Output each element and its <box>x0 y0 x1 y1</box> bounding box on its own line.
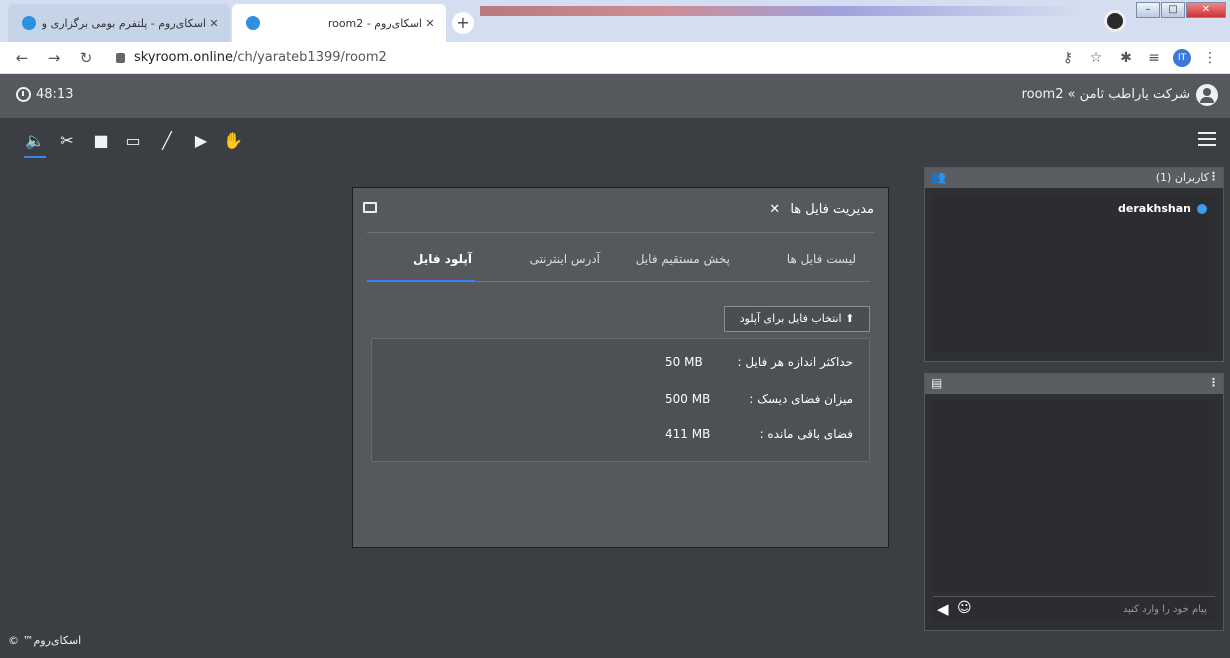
url-path: /ch/yarateb1399/room2 <box>232 50 387 65</box>
chat-placeholder: پیام خود را وارد کنید <box>1122 604 1207 615</box>
choose-file-upload-button[interactable]: ⬆ انتخاب فایل برای آپلود <box>724 306 870 332</box>
info-value: 411 MB <box>665 427 711 441</box>
tab-title: اسکای‌روم - پلتفرم بومی برگزاری وبینار، … <box>42 16 206 30</box>
minimize-window-button[interactable]: – <box>1136 2 1160 18</box>
browser-profile-icon[interactable] <box>1104 10 1126 32</box>
tab-title: اسکای‌روم - room2 <box>327 16 422 30</box>
clock-icon <box>16 87 31 102</box>
divider <box>367 232 874 233</box>
user-name: derakhshan <box>1118 202 1191 215</box>
tab-strip-decoration <box>480 6 1080 16</box>
session-timer: 48:13 <box>16 87 73 102</box>
chat-icon: ▤ <box>931 376 943 390</box>
new-tab-button[interactable]: + <box>452 12 474 34</box>
close-icon[interactable]: ✕ <box>422 17 438 30</box>
raise-hand-icon[interactable]: ✋ <box>222 130 244 152</box>
emoji-icon[interactable]: ☺ <box>957 600 972 616</box>
hamburger-menu-icon[interactable] <box>1198 132 1216 146</box>
footer-brand: اسکای‌روم™ © <box>8 634 82 647</box>
info-value: 50 MB <box>665 355 703 369</box>
users-list: derakhshan <box>933 194 1215 353</box>
chat-panel: ▤ ⋮ پیام خود را وارد کنید ◀ ☺ <box>924 373 1224 631</box>
timer-value: 48:13 <box>36 87 74 102</box>
close-window-button[interactable]: ✕ <box>1186 2 1226 18</box>
profile-avatar[interactable]: IT <box>1173 49 1191 67</box>
reload-icon[interactable]: ↻ <box>76 48 96 68</box>
users-panel-title: کاربران (1) <box>1155 171 1209 184</box>
tab-upload-file[interactable]: آپلود فایل <box>413 252 472 266</box>
send-icon[interactable]: ◀ <box>937 600 949 618</box>
skyroom-favicon-icon <box>22 16 36 30</box>
tab-file-list[interactable]: لیست فایل ها <box>787 252 856 266</box>
url-host: skyroom.online <box>134 50 233 65</box>
camera-icon[interactable]: ■ <box>90 130 112 152</box>
users-panel: 👥 کاربران (1) ⋮ derakhshan <box>924 167 1224 362</box>
screen-share-icon[interactable]: ▭ <box>122 130 144 152</box>
extensions-icon[interactable]: ✱ <box>1116 48 1136 68</box>
users-panel-header: 👥 کاربران (1) ⋮ <box>925 168 1223 188</box>
upload-icon: ⬆ <box>845 312 855 325</box>
play-icon[interactable]: ▶ <box>190 130 212 152</box>
brush-icon[interactable]: ╱ <box>156 130 178 152</box>
chat-input[interactable]: پیام خود را وارد کنید ◀ ☺ <box>933 596 1215 622</box>
account-icon[interactable] <box>1196 84 1218 106</box>
info-row: حداکثر اندازه هر فایل : 50 MB <box>665 355 853 369</box>
chat-panel-header: ▤ ⋮ <box>925 374 1223 394</box>
url-field[interactable]: skyroom.online/ch/yarateb1399/room2 <box>116 49 387 67</box>
user-row[interactable]: derakhshan <box>1118 202 1207 215</box>
tab-live-stream-file[interactable]: پخش مستقیم فایل <box>636 252 730 266</box>
user-avatar-icon <box>1197 203 1207 214</box>
browser-tab-active[interactable]: اسکای‌روم - room2 ✕ <box>232 4 446 42</box>
people-icon: 👥 <box>931 170 946 184</box>
key-icon[interactable]: ⚷ <box>1058 48 1078 68</box>
browser-tab-bar: اسکای‌روم - پلتفرم بومی برگزاری وبینار، … <box>0 0 1230 42</box>
lock-icon <box>116 53 125 63</box>
close-icon[interactable]: ✕ <box>769 202 780 217</box>
upload-button-label: انتخاب فایل برای آپلود <box>739 312 842 325</box>
dialog-title: مدیریت فایل ها <box>790 202 874 217</box>
info-label: فضای باقی مانده : <box>759 427 853 441</box>
room-title: شرکت یاراطب ثامن » room2 <box>1021 87 1190 102</box>
file-manager-dialog: مدیریت فایل ها ✕ لیست فایل ها پخش مستقیم… <box>352 187 889 548</box>
chat-messages <box>933 400 1215 592</box>
star-icon[interactable]: ☆ <box>1086 48 1106 68</box>
forward-icon[interactable]: → <box>44 48 64 68</box>
maximize-window-button[interactable]: □ <box>1161 2 1185 18</box>
app-header: 48:13 شرکت یاراطب ثامن » room2 <box>0 74 1230 118</box>
quota-info-box: حداکثر اندازه هر فایل : 50 MB میزان فضای… <box>371 338 870 462</box>
info-value: 500 MB <box>665 392 711 406</box>
info-row: میزان فضای دیسک : 500 MB <box>665 392 853 406</box>
kebab-menu-icon[interactable]: ⋮ <box>1208 170 1219 183</box>
info-label: میزان فضای دیسک : <box>749 392 853 406</box>
dialog-tabs: لیست فایل ها پخش مستقیم فایل آدرس اینترن… <box>367 244 870 282</box>
browser-tab[interactable]: اسکای‌روم - پلتفرم بومی برگزاری وبینار، … <box>8 4 230 42</box>
info-row: فضای باقی مانده : 411 MB <box>665 427 853 441</box>
meeting-toolbar: 🔈 ✂ ■ ▭ ╱ ▶ ✋ <box>0 118 1230 164</box>
tab-internet-address[interactable]: آدرس اینترنتی <box>530 252 600 266</box>
kebab-menu-icon[interactable]: ⋮ <box>1208 376 1219 389</box>
skyroom-favicon-icon <box>246 16 260 30</box>
folder-icon[interactable] <box>363 202 377 213</box>
address-bar: ← → ↻ skyroom.online/ch/yarateb1399/room… <box>0 42 1230 74</box>
mic-off-icon[interactable]: ✂ <box>56 130 78 152</box>
active-tab-indicator <box>367 280 475 282</box>
info-label: حداکثر اندازه هر فایل : <box>737 355 853 369</box>
more-menu-icon[interactable]: ⋮ <box>1200 48 1220 68</box>
dialog-title-wrap: مدیریت فایل ها ✕ <box>769 202 874 217</box>
reading-list-icon[interactable]: ≡ <box>1144 48 1164 68</box>
close-icon[interactable]: ✕ <box>206 17 222 30</box>
back-icon[interactable]: ← <box>12 48 32 68</box>
speaker-icon[interactable]: 🔈 <box>24 130 46 158</box>
